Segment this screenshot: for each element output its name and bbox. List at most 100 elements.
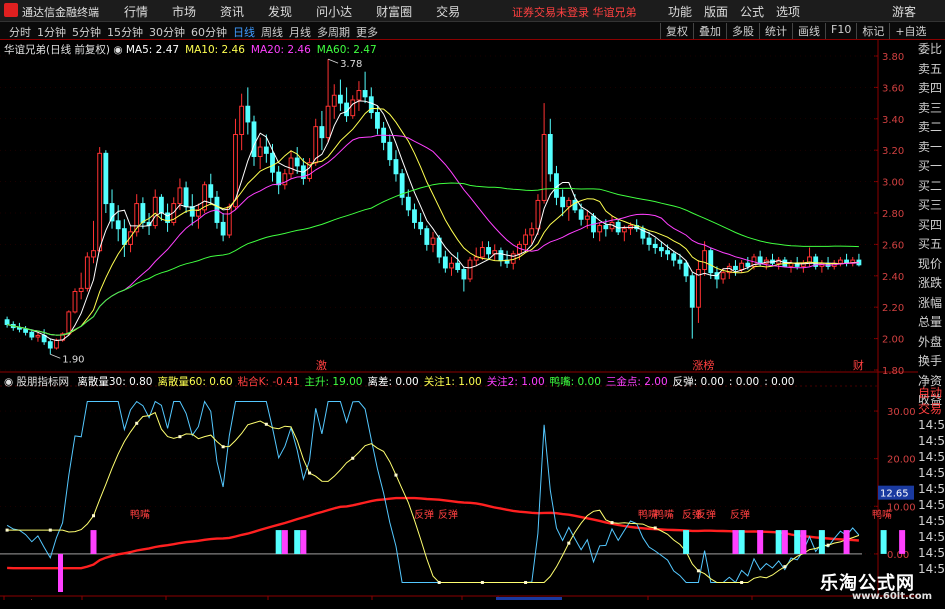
dot-marker (394, 473, 398, 477)
candle-body (337, 94, 343, 104)
signal-bar (899, 530, 906, 554)
candle-body (158, 196, 164, 214)
price-tick-3: 3.20 (882, 146, 904, 157)
menu-item-1[interactable]: 市场 (160, 3, 208, 20)
candle-body (97, 152, 103, 252)
side-label-13: 涨幅 (918, 295, 943, 310)
menu-item-6[interactable]: 交易 (424, 3, 472, 20)
ind-tick-1: 20.00 (887, 455, 916, 466)
indicator-values: 离散量30: 0.80 离散量60: 0.60 粘合K: -0.41 主升: 19.0… (72, 376, 794, 388)
period-tab-4[interactable]: 30分钟 (146, 24, 188, 40)
menu-item-3[interactable]: 发现 (256, 3, 304, 20)
dot-marker (92, 514, 96, 518)
price-tick-5: 2.80 (882, 209, 904, 220)
signal-bar (775, 530, 782, 554)
candle-body (683, 262, 689, 277)
tool-button-0[interactable]: 复权 (660, 23, 693, 39)
candle-body (566, 199, 572, 208)
candle-body (720, 272, 726, 280)
price-tick-2: 3.40 (882, 115, 904, 126)
dot-marker (135, 421, 139, 425)
period-tab-0[interactable]: 分时 (6, 24, 34, 40)
trade-label-3: 14:56 (918, 434, 945, 448)
side-label-6: 买一 (918, 159, 943, 173)
tool-button-4[interactable]: 画线 (792, 23, 825, 39)
tool-button-5[interactable]: F10 (825, 23, 856, 39)
right-menu-item-1[interactable]: 版面 (698, 3, 734, 20)
right-menu-item-3[interactable]: 选项 (770, 3, 806, 20)
candle-body (54, 339, 59, 349)
login-warning[interactable]: 证券交易未登录 华谊兄弟 (512, 4, 637, 20)
main-menu: 行情 市场 资讯 发现 问小达 财富圈 交易 (112, 3, 472, 20)
period-tab-2[interactable]: 5分钟 (69, 24, 104, 40)
period-tab-8[interactable]: 月线 (286, 24, 314, 40)
candle-body (837, 259, 843, 264)
app-logo-icon (4, 3, 18, 17)
candle-body (177, 187, 183, 205)
dot-marker (524, 580, 528, 584)
dot-marker (221, 445, 225, 449)
signal-bar (794, 530, 801, 554)
kline-chart[interactable]: 3.80 3.60 3.40 3.20 3.00 2.80 2.60 2.40 2.20 2.00… (0, 40, 918, 600)
candle-body (251, 121, 257, 157)
period-tab-9[interactable]: 多周期 (314, 24, 353, 40)
tool-button-3[interactable]: 统计 (759, 23, 792, 39)
candle-body (276, 171, 282, 186)
tool-button-2[interactable]: 多股 (726, 23, 759, 39)
menu-item-4[interactable]: 问小达 (304, 3, 364, 20)
signal-label-8: 鸭嘴 (872, 508, 892, 521)
menu-item-2[interactable]: 资讯 (208, 3, 256, 20)
candle-body (208, 184, 214, 198)
candle-body (529, 228, 535, 236)
title-bar: 通达信金融终端 行情 市场 资讯 发现 问小达 财富圈 交易 证券交易未登录 华谊兄弟 功能… (0, 0, 945, 22)
side-label-10: 买五 (918, 237, 943, 251)
candle-body (652, 243, 658, 249)
indicator-value-8: 三金点: 2.00 (605, 376, 668, 388)
trade-label-11: 14:56 (918, 562, 945, 576)
tool-button-7[interactable]: +自选 (889, 23, 931, 39)
period-tab-1[interactable]: 1分钟 (34, 24, 69, 40)
signal-label-0: 鸭嘴 (130, 508, 150, 521)
period-tab-7[interactable]: 周线 (258, 24, 286, 40)
signal-bar (281, 530, 288, 554)
period-tab-3[interactable]: 15分钟 (104, 24, 146, 40)
period-tab-10[interactable]: 更多 (353, 24, 381, 40)
side-label-14: 总量 (918, 315, 943, 329)
candle-body (467, 259, 473, 280)
candle-body (140, 203, 146, 223)
indicator-value-4: 离差: 0.00 (367, 376, 419, 388)
signal-bar (300, 530, 307, 554)
price-tick-8: 2.20 (882, 303, 904, 314)
guest-button[interactable]: 游客 (892, 3, 916, 20)
period-tab-5[interactable]: 60分钟 (188, 24, 230, 40)
tool-button-1[interactable]: 叠加 (693, 23, 726, 39)
signal-bar (757, 530, 764, 554)
dot-marker (480, 580, 484, 584)
dot-marker (308, 471, 312, 475)
right-menu: 功能 版面 公式 选项 (662, 3, 806, 20)
menu-item-0[interactable]: 行情 (112, 3, 160, 20)
candle-body (733, 265, 738, 271)
dot-marker (178, 435, 182, 439)
menu-item-5[interactable]: 财富圈 (364, 3, 424, 20)
dot-marker (264, 422, 268, 426)
candle-body (572, 199, 578, 211)
trade-label-10: 14:56 (918, 546, 945, 560)
candle-body (331, 94, 337, 107)
candle-body (189, 206, 195, 217)
candle-body (115, 220, 121, 230)
candle-body (152, 196, 158, 227)
tool-button-6[interactable]: 标记 (856, 23, 889, 39)
candle-body (449, 262, 454, 269)
candle-body (541, 134, 547, 201)
trade-label-0: 自动 (918, 386, 943, 400)
candle-body (479, 247, 485, 258)
candle-body (418, 221, 424, 230)
period-tab-6[interactable]: 日线 (230, 24, 258, 40)
right-menu-item-2[interactable]: 公式 (734, 3, 770, 20)
right-menu-item-0[interactable]: 功能 (662, 3, 698, 20)
trade-label-2: 14:56 (918, 418, 945, 432)
indicator-name: 股朋指标网 (16, 376, 70, 388)
dot-marker (351, 456, 355, 460)
candle-body (263, 146, 269, 154)
